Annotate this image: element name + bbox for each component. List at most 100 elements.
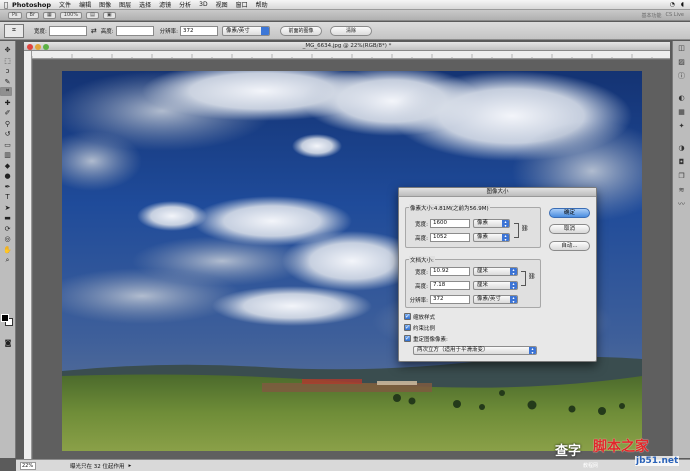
menu-analysis[interactable]: 分析 [179, 0, 191, 9]
constrain-proportions-checkbox[interactable]: ✓ [404, 324, 411, 331]
quick-select-tool-icon[interactable]: ✎ [2, 77, 14, 88]
menu-filter[interactable]: 滤镜 [159, 0, 171, 9]
apple-icon[interactable]:  [0, 1, 12, 9]
menu-layer[interactable]: 图层 [119, 0, 131, 9]
width-input[interactable] [48, 25, 87, 36]
masks-panel-icon[interactable]: ◘ [676, 157, 688, 168]
status-info[interactable]: 曝光只在 32 位起作用 [70, 462, 125, 470]
doc-resolution-label: 分辨率: [409, 298, 428, 304]
eraser-tool-icon[interactable]: ▭ [2, 140, 14, 151]
cancel-button[interactable]: 取消 [549, 224, 590, 234]
px-width-unit-select[interactable]: 像素 ▴ ▾ [473, 219, 510, 228]
arrange-documents-button[interactable]: ▤ [86, 11, 99, 19]
resolution-input[interactable]: 372 [179, 25, 218, 36]
channels-panel-icon[interactable]: ≋ [676, 185, 688, 196]
navigator-panel-icon[interactable]: ◫ [676, 43, 688, 54]
doc-link-bracket [521, 271, 526, 286]
path-select-tool-icon[interactable]: ➤ [2, 203, 14, 214]
screen-mode-button[interactable]: ▣ [102, 11, 116, 19]
doc-height-unit: 厘米 [477, 282, 489, 288]
status-menu-arrow-icon[interactable]: ▸ [129, 463, 132, 469]
clear-button[interactable]: 清除 [329, 25, 372, 36]
doc-resolution-unit-select[interactable]: 像素/英寸 ▴ ▾ [473, 295, 518, 304]
lasso-tool-icon[interactable]: ↄ [2, 66, 14, 77]
px-width-input[interactable]: 1600 [430, 219, 470, 228]
foreground-color-swatch[interactable] [1, 314, 9, 322]
document-title-bar[interactable]: _MG_6634.jpg @ 22%(RGB/8*) * [24, 42, 670, 51]
photoshop-screen: { "menubar": { "app_name": "Photoshop", … [0, 0, 690, 471]
layers-panel-icon[interactable]: ❐ [676, 171, 688, 182]
height-input[interactable] [115, 25, 154, 36]
zoom-level[interactable]: 100% [59, 11, 83, 19]
histogram-panel-icon[interactable]: ▨ [676, 57, 688, 68]
crop-tool-icon[interactable]: ⌗ [0, 87, 12, 96]
options-bar: ⌗ 宽度: ⇄ 高度: 分辨率: 372 像素/英寸 前面的图像 清除 [0, 22, 690, 40]
cs-live[interactable]: CS Live [666, 12, 684, 19]
menu-help[interactable]: 帮助 [256, 0, 268, 9]
menu-image[interactable]: 图像 [99, 0, 111, 9]
dodge-tool-icon[interactable]: ● [2, 171, 14, 182]
brush-tool-icon[interactable]: ✐ [2, 108, 14, 119]
doc-resolution-input[interactable]: 372 [430, 295, 470, 304]
paths-panel-icon[interactable]: 〰 [676, 199, 688, 210]
volume-icon[interactable]: ◖ [681, 1, 684, 8]
swatches-panel-icon[interactable]: ▦ [676, 107, 688, 118]
pen-tool-icon[interactable]: ✒ [2, 182, 14, 193]
front-image-button[interactable]: 前面的图像 [279, 25, 322, 36]
zoom-field[interactable]: 22% [20, 461, 36, 470]
adjustments-panel-icon[interactable]: ◑ [676, 143, 688, 154]
blur-tool-icon[interactable]: ◆ [2, 161, 14, 172]
scale-styles-checkbox[interactable]: ✓ [404, 313, 411, 320]
zoom-window-icon[interactable] [43, 43, 49, 50]
doc-width-input[interactable]: 10.92 [430, 267, 470, 276]
3d-orbit-tool-icon[interactable]: ◎ [2, 234, 14, 245]
color-panel-icon[interactable]: ◐ [676, 93, 688, 104]
doc-height-unit-select[interactable]: 厘米 ▴ ▾ [473, 281, 518, 290]
document-title: _MG_6634.jpg @ 22%(RGB/8*) * [302, 43, 392, 49]
horizontal-ruler[interactable] [32, 51, 670, 59]
hand-tool-icon[interactable]: ✋ [2, 245, 14, 256]
ps-logo: Ps [8, 11, 22, 19]
3d-rotate-tool-icon[interactable]: ⟳ [2, 224, 14, 235]
watermark-right-text: 脚本之家 [593, 439, 649, 455]
gradient-tool-icon[interactable]: ▥ [2, 150, 14, 161]
styles-panel-icon[interactable]: ✦ [676, 121, 688, 132]
menu-edit[interactable]: 编辑 [79, 0, 91, 9]
launch-bridge-button[interactable]: Br [25, 11, 40, 19]
view-extras-button[interactable]: ▦ [43, 11, 56, 19]
menu-3d[interactable]: 3D [199, 1, 207, 8]
crop-tool-preset[interactable]: ⌗ [4, 23, 24, 38]
resample-checkbox[interactable]: ✓ [404, 335, 411, 342]
info-panel-icon[interactable]: ⓘ [676, 71, 688, 82]
quick-mask-icon[interactable]: ◙ [2, 338, 14, 349]
marquee-tool-icon[interactable]: ⬚ [2, 56, 14, 67]
close-icon[interactable] [27, 43, 33, 50]
doc-width-unit-select[interactable]: 厘米 ▴ ▾ [473, 267, 518, 276]
menu-app-name[interactable]: Photoshop [12, 1, 51, 9]
doc-height-input[interactable]: 7.18 [430, 281, 470, 290]
zoom-tool-icon[interactable]: ⌕ [2, 255, 14, 266]
move-tool-icon[interactable]: ✥ [2, 45, 14, 56]
resolution-unit-select[interactable]: 像素/英寸 [221, 25, 270, 36]
minimize-icon[interactable] [35, 43, 41, 50]
swap-icon[interactable]: ⇄ [91, 27, 97, 35]
menu-window[interactable]: 窗口 [236, 0, 248, 9]
shape-tool-icon[interactable]: ▬ [2, 213, 14, 224]
auto-button[interactable]: 自动... [549, 241, 590, 251]
resample-method-select[interactable]: 两次立方（适用于平滑渐变） ▴ ▾ [413, 346, 537, 355]
wifi-icon[interactable]: ◔ [670, 1, 675, 8]
chain-link-icon: ⛓ [521, 225, 529, 232]
mac-menu-bar:  Photoshop 文件 编辑 图像 图层 选择 滤镜 分析 3D 视图 窗… [0, 0, 690, 10]
workspace-switcher[interactable]: 基本功能 [642, 12, 662, 19]
px-height-input[interactable]: 1052 [430, 233, 470, 242]
type-tool-icon[interactable]: T [2, 192, 14, 203]
clone-stamp-tool-icon[interactable]: ⚲ [2, 119, 14, 130]
vertical-ruler[interactable] [24, 51, 32, 459]
ok-button[interactable]: 确定 [549, 208, 590, 218]
menu-view[interactable]: 视图 [216, 0, 228, 9]
menu-file[interactable]: 文件 [59, 0, 71, 9]
menu-select[interactable]: 选择 [139, 0, 151, 9]
px-height-unit-select[interactable]: 像素 ▴ ▾ [473, 233, 510, 242]
history-brush-tool-icon[interactable]: ↺ [2, 129, 14, 140]
healing-brush-tool-icon[interactable]: ✚ [2, 98, 14, 109]
